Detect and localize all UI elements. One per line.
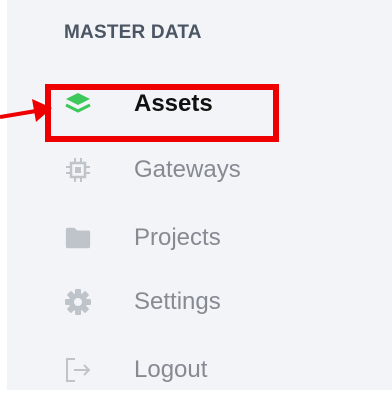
section-title-master-data: MASTER DATA (64, 22, 202, 43)
sidebar-item-label: Settings (134, 288, 221, 315)
sidebar-item-label: Projects (134, 224, 221, 251)
folder-icon (64, 225, 92, 251)
layers-icon (64, 91, 92, 117)
logout-icon (64, 357, 92, 383)
gear-icon (64, 289, 92, 315)
sidebar: MASTER DATA Assets Gateways Projects Set… (7, 0, 392, 390)
sidebar-item-settings[interactable]: Settings (7, 276, 392, 328)
sidebar-item-label: Assets (134, 90, 213, 117)
sidebar-item-gateways[interactable]: Gateways (7, 144, 392, 196)
sidebar-item-label: Logout (134, 356, 208, 383)
sidebar-item-label: Gateways (134, 156, 241, 183)
chip-icon (64, 157, 92, 183)
sidebar-item-projects[interactable]: Projects (7, 212, 392, 264)
sidebar-item-assets[interactable]: Assets (7, 78, 392, 130)
sidebar-item-logout[interactable]: Logout (7, 344, 392, 396)
